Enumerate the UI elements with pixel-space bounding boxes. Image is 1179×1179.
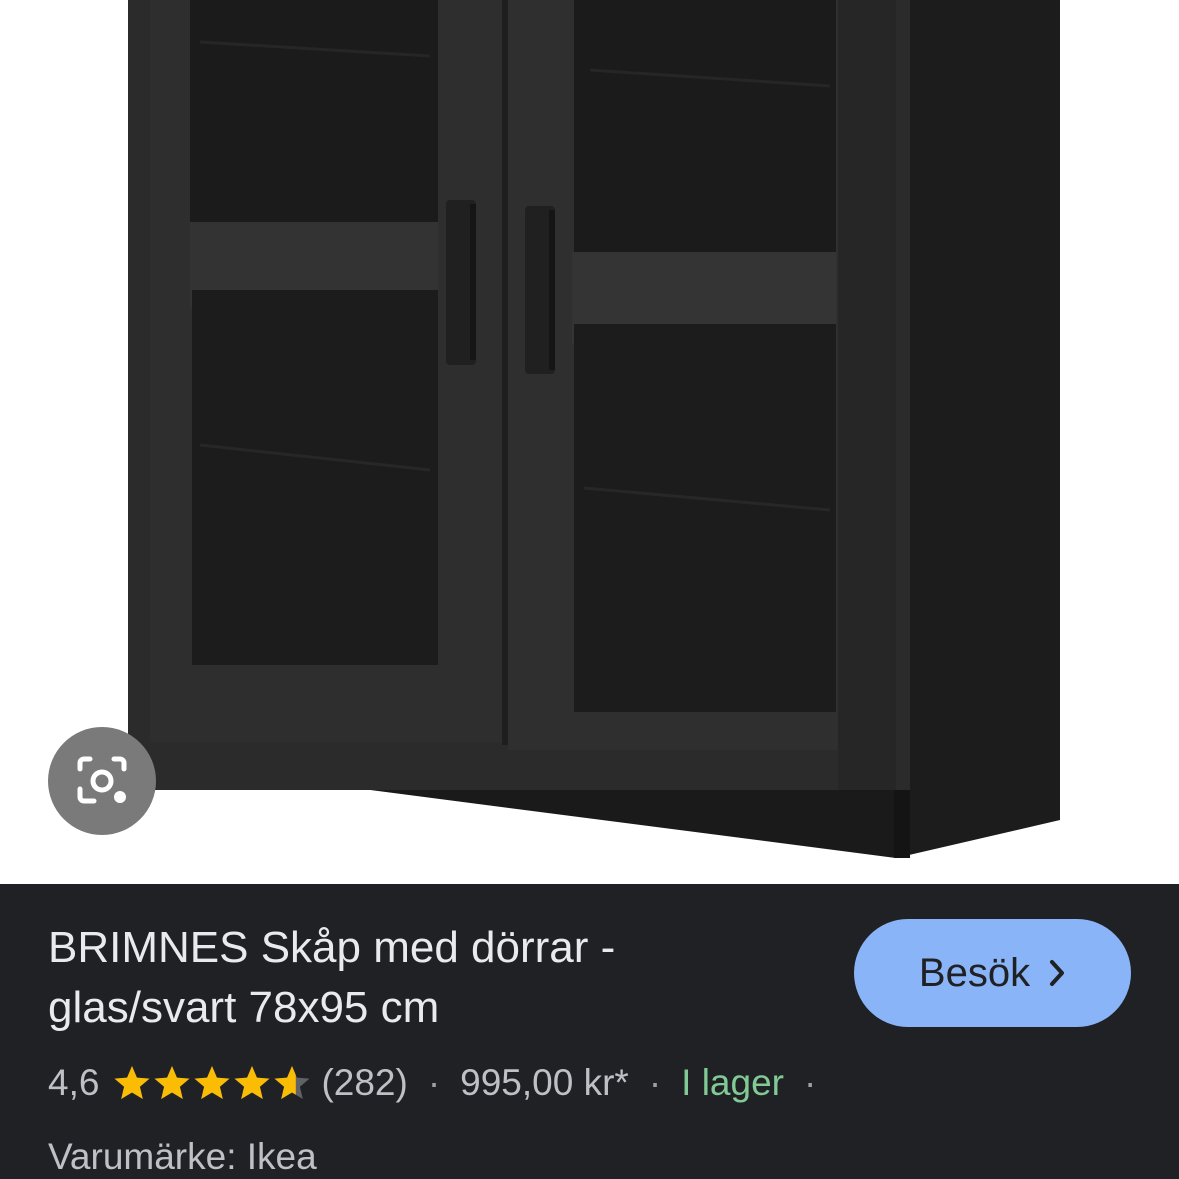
product-title[interactable]: BRIMNES Skåp med dörrar - glas/svart 78x…	[48, 918, 808, 1038]
star-icon	[114, 1066, 150, 1099]
visual-search-button[interactable]	[48, 727, 156, 835]
rating-value: 4,6	[48, 1062, 100, 1103]
star-icon	[274, 1066, 310, 1099]
star-icon	[234, 1066, 270, 1099]
star-icon	[194, 1066, 230, 1099]
separator-dot: ·	[427, 1062, 441, 1103]
brand-label: Varumärke: Ikea	[48, 1136, 317, 1177]
chevron-right-icon	[1050, 960, 1065, 986]
product-image[interactable]	[0, 0, 1179, 884]
stock-status: I lager	[681, 1062, 784, 1103]
star-icon	[154, 1066, 190, 1099]
cabinet-illustration	[128, 0, 1060, 858]
visit-button-label: Besök	[918, 950, 1031, 995]
separator-dot: ·	[804, 1062, 817, 1103]
product-result: BRIMNES Skåp med dörrar - glas/svart 78x…	[0, 0, 1179, 1179]
star-rating	[113, 1064, 313, 1102]
camera-search-icon	[77, 756, 127, 804]
price: 995,00 kr*	[460, 1062, 629, 1103]
product-meta-row: 4,6 (282) · 995,00 kr* · I lager ·	[48, 1058, 836, 1108]
visit-button[interactable]: Besök	[854, 919, 1131, 1027]
review-count[interactable]: (282)	[321, 1062, 407, 1104]
separator-dot: ·	[648, 1062, 662, 1103]
